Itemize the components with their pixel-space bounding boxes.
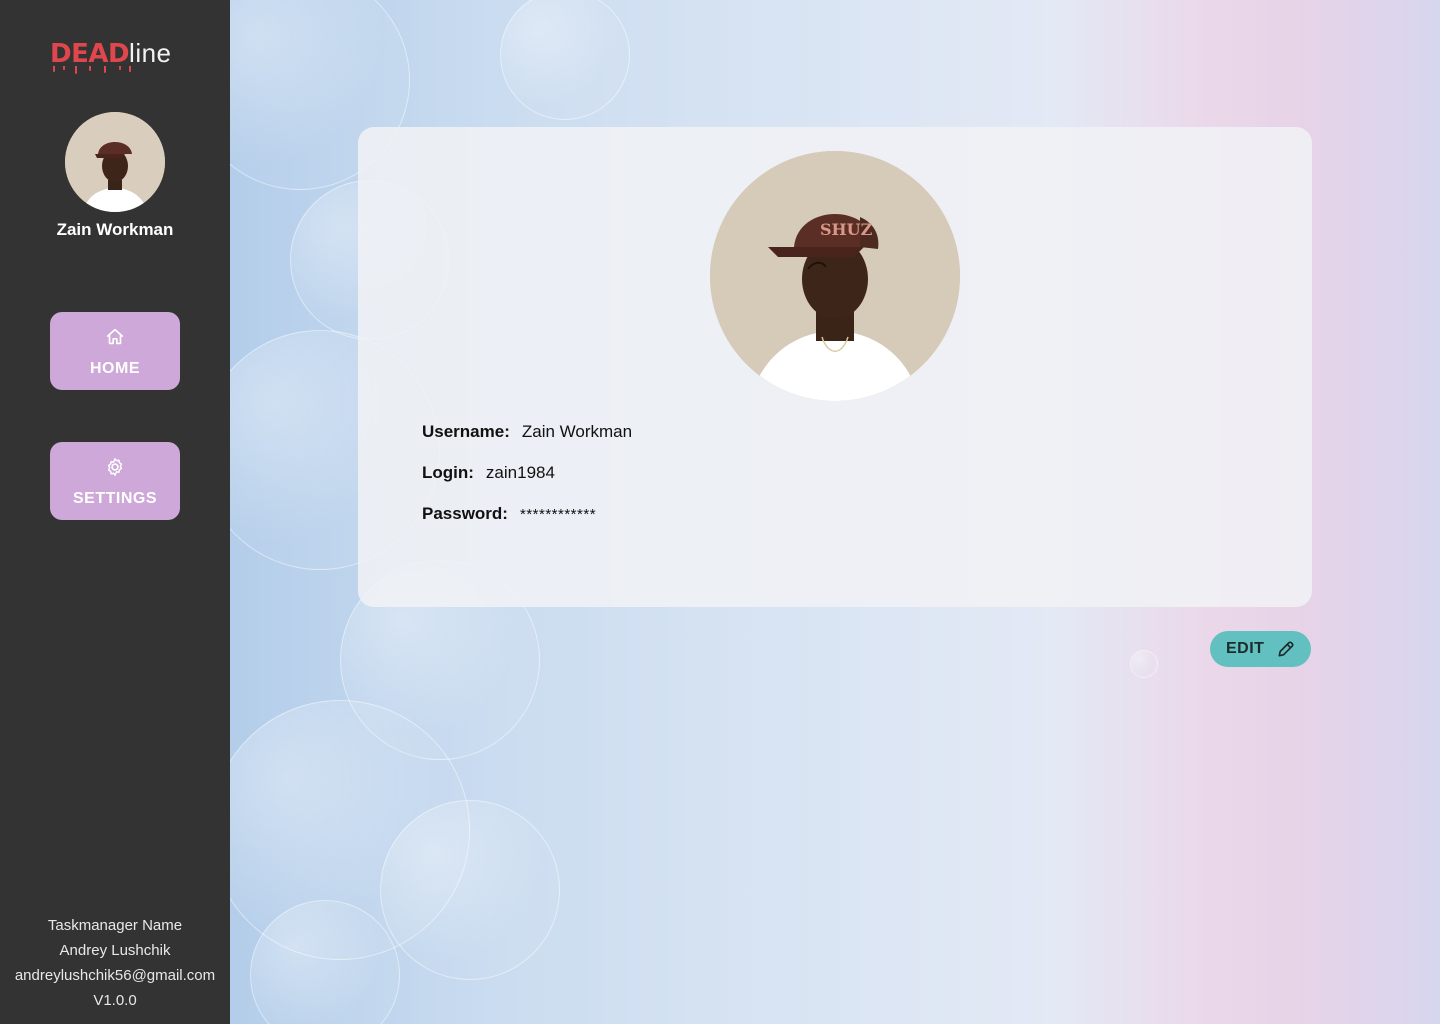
svg-text:SHUZ: SHUZ: [820, 220, 873, 239]
nav-settings-label: SETTINGS: [72, 490, 157, 507]
login-label: Login:: [422, 463, 474, 482]
edit-profile-button[interactable]: EDIT: [1210, 631, 1311, 667]
edit-label: EDIT: [1226, 640, 1265, 657]
user-portrait-icon: SHUZ: [710, 151, 960, 401]
footer-author: Andrey Lushchik: [59, 942, 171, 959]
nav-home-label: HOME: [90, 360, 140, 377]
footer-email: andreylushchik56@gmail.com: [14, 967, 216, 984]
login-value: zain1984: [485, 463, 555, 482]
logo-drips-icon: [53, 66, 131, 74]
user-portrait-icon: [65, 112, 165, 212]
profile-card: SHUZ Username: Zain Workman Login: zain198…: [358, 127, 1312, 607]
logo-dead-text: DEAD: [50, 39, 130, 69]
profile-password-row: Password: ************: [422, 504, 596, 524]
sidebar-avatar[interactable]: [65, 112, 165, 212]
footer-app-name: Taskmanager Name: [47, 917, 183, 934]
footer-version: V1.0.0: [93, 992, 137, 1009]
profile-username-row: Username: Zain Workman: [422, 422, 632, 442]
password-value: ************: [519, 506, 597, 523]
home-icon: [106, 328, 124, 345]
app-logo[interactable]: DEADline: [50, 38, 190, 74]
sidebar: DEADline Zain Workman HOME SETTINGS Task…: [0, 0, 230, 1024]
gear-icon: [107, 458, 123, 476]
sidebar-footer: Taskmanager Name Andrey Lushchik andreyl…: [0, 913, 230, 1013]
nav-settings-button[interactable]: SETTINGS: [50, 442, 180, 520]
nav-home-button[interactable]: HOME: [50, 312, 180, 390]
pencil-icon: [1278, 641, 1294, 657]
password-label: Password:: [422, 504, 508, 523]
sidebar-username: Zain Workman: [56, 220, 174, 239]
profile-avatar[interactable]: SHUZ: [710, 151, 960, 401]
logo-line-text: line: [129, 38, 172, 68]
username-value: Zain Workman: [521, 422, 633, 441]
profile-login-row: Login: zain1984: [422, 463, 555, 483]
username-label: Username:: [422, 422, 510, 441]
